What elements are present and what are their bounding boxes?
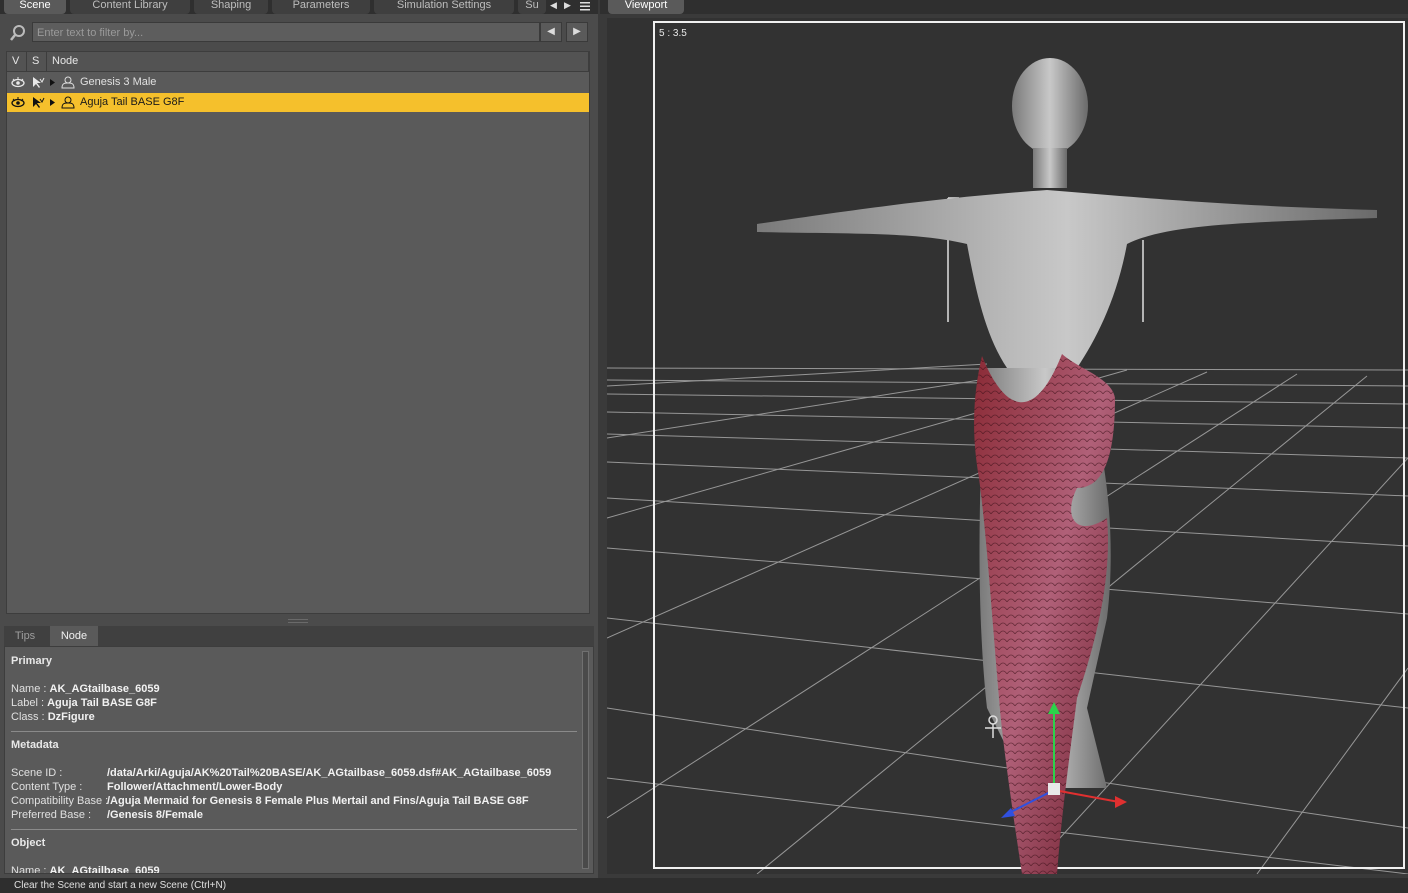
filter-input[interactable]: Enter text to filter by... [32, 22, 540, 42]
node-info-panel: Primary Name : AK_AGtailbase_6059 Label … [4, 646, 594, 874]
content-type-key: Content Type : [11, 781, 83, 793]
expand-arrow-icon[interactable] [49, 76, 57, 89]
info-scrollbar[interactable] [582, 651, 589, 869]
name-value: AK_AGtailbase_6059 [49, 683, 160, 695]
tab-simulation-settings[interactable]: Simulation Settings [374, 0, 514, 14]
preferred-base-key: Preferred Base : [11, 809, 92, 821]
aspect-ratio-label: 5 : 3.5 [659, 28, 687, 39]
tab-tips[interactable]: Tips [4, 626, 46, 646]
tree-row-aguja-tail[interactable]: Aguja Tail BASE G8F [7, 93, 589, 112]
arrow-right-icon[interactable]: ▶ [566, 22, 588, 42]
scene-id-key: Scene ID : [11, 767, 63, 779]
status-bar: Clear the Scene and start a new Scene (C… [0, 878, 1408, 893]
figure-icon [59, 76, 77, 89]
object-name-row: Name : AK_AGtailbase_6059 [11, 865, 160, 874]
label-row: Label : Aguja Tail BASE G8F [11, 697, 157, 709]
tab-scroll-left-icon[interactable]: ◀ [550, 0, 560, 12]
compatibility-key: Compatibility Base : [11, 795, 109, 807]
pointer-icon[interactable] [31, 76, 45, 89]
name-row: Name : AK_AGtailbase_6059 [11, 683, 160, 695]
column-visible[interactable]: V [7, 52, 27, 71]
splitter-grip[interactable] [288, 619, 308, 623]
tab-scroll-right-icon[interactable]: ▶ [564, 0, 574, 12]
pointer-icon[interactable] [31, 96, 45, 109]
label-value: Aguja Tail BASE G8F [47, 697, 157, 709]
compatibility-row: Compatibility Base :/Aguja Mermaid for G… [11, 795, 581, 807]
name-key: Name : [11, 683, 47, 695]
scene-id-value: /data/Arki/Aguja/AK%20Tail%20BASE/AK_AGt… [107, 767, 552, 779]
viewport-panel: Viewport 5: 3.5 [600, 0, 1408, 878]
content-type-value: Follower/Attachment/Lower-Body [107, 781, 283, 793]
tree-row-label: Aguja Tail BASE G8F [80, 96, 185, 108]
section-primary: Primary [11, 655, 52, 667]
scene-panel: Scene Content Library Shaping Parameters… [0, 0, 598, 878]
preferred-base-row: Preferred Base : /Genesis 8/Female [11, 809, 581, 821]
menu-icon[interactable] [578, 0, 592, 12]
content-type-row: Content Type : Follower/Attachment/Lower-… [11, 781, 581, 793]
status-text: Clear the Scene and start a new Scene (C… [14, 880, 227, 891]
column-node[interactable]: Node [47, 52, 589, 71]
class-row: Class : DzFigure [11, 711, 95, 723]
tab-parameters[interactable]: Parameters [272, 0, 370, 14]
preferred-base-value: /Genesis 8/Female [107, 809, 203, 821]
tree-row-genesis-3-male[interactable]: Genesis 3 Male [7, 73, 589, 92]
arrow-left-icon[interactable]: ◀ [540, 22, 562, 42]
tree-row-label: Genesis 3 Male [80, 76, 157, 88]
panel-splitter[interactable] [0, 615, 598, 625]
info-tab-bar: Tips Node [4, 626, 594, 646]
viewport-tab-bar: Viewport [600, 0, 1408, 14]
tab-surfaces[interactable]: Su [518, 0, 546, 14]
eye-icon[interactable] [11, 76, 25, 89]
tree-header: V S Node [7, 52, 589, 72]
divider [11, 731, 577, 732]
tab-node[interactable]: Node [50, 626, 98, 646]
tab-content-library[interactable]: Content Library [70, 0, 190, 14]
class-value: DzFigure [47, 711, 95, 723]
tab-viewport[interactable]: Viewport [608, 0, 684, 14]
section-object: Object [11, 837, 46, 849]
viewport-scene[interactable] [607, 18, 1408, 874]
search-icon [8, 23, 28, 43]
section-metadata: Metadata [11, 739, 59, 751]
figure-icon [59, 96, 77, 109]
expand-arrow-icon[interactable] [49, 96, 57, 109]
scene-id-row: Scene ID : /data/Arki/Aguja/AK%20Tail%20B… [11, 767, 581, 779]
label-key: Label : [11, 697, 45, 709]
class-key: Class : [11, 711, 45, 723]
tab-scene[interactable]: Scene [4, 0, 66, 14]
tab-shaping[interactable]: Shaping [194, 0, 268, 14]
figure-aguja-tail [974, 354, 1115, 874]
left-tab-bar: Scene Content Library Shaping Parameters… [0, 0, 598, 14]
viewport-canvas[interactable]: 5 : 3.5 [607, 18, 1408, 874]
filter-row: Enter text to filter by... ◀ ▶ [6, 21, 590, 45]
divider [11, 829, 577, 830]
compatibility-value: /Aguja Mermaid for Genesis 8 Female Plus… [107, 795, 529, 807]
scene-tree: V S Node Genesis 3 Male Aguja Tail BASE … [6, 51, 590, 614]
column-selectable[interactable]: S [27, 52, 47, 71]
object-name-value: AK_AGtailbase_6059 [49, 865, 160, 874]
eye-icon[interactable] [11, 96, 25, 109]
object-name-key: Name : [11, 865, 47, 874]
